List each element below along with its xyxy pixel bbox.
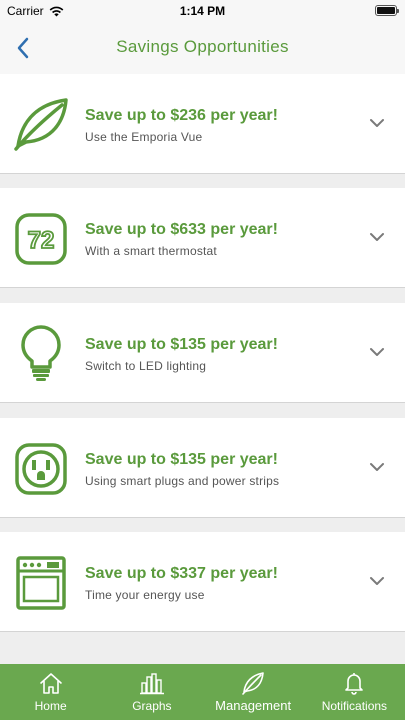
opportunity-subtitle: Use the Emporia Vue <box>85 130 203 144</box>
opportunity-subtitle: Time your energy use <box>85 588 205 602</box>
status-time: 1:14 PM <box>179 4 226 18</box>
opportunity-card-led-lighting[interactable]: Save up to $135 per year! Switch to LED … <box>0 303 405 403</box>
opportunity-headline: Save up to $135 per year! <box>85 451 278 468</box>
opportunity-card-smart-thermostat[interactable]: 72 Save up to $633 per year! With a smar… <box>0 188 405 288</box>
appliance-icon <box>16 556 66 610</box>
page-title: Savings Opportunities <box>116 37 289 56</box>
chevron-down-icon[interactable] <box>369 117 385 129</box>
tab-label: Management <box>215 698 292 713</box>
navigation-bar: Savings Opportunities <box>0 22 405 74</box>
tab-management[interactable]: Management <box>203 664 304 720</box>
opportunity-card-emporia-vue[interactable]: Save up to $236 per year! Use the Empori… <box>0 74 405 174</box>
chevron-down-icon[interactable] <box>369 346 385 358</box>
opportunity-headline: Save up to $236 per year! <box>85 107 278 124</box>
opportunity-subtitle: Switch to LED lighting <box>85 359 207 373</box>
opportunity-card-energy-timing[interactable]: Save up to $337 per year! Time your ener… <box>0 532 405 632</box>
opportunity-subtitle: With a smart thermostat <box>85 244 217 258</box>
bell-icon <box>345 673 364 695</box>
tab-home[interactable]: Home <box>0 664 101 720</box>
battery-icon <box>375 5 399 16</box>
tab-bar: Home Graphs Management Notifications <box>0 664 405 720</box>
chevron-down-icon[interactable] <box>369 461 385 473</box>
status-bar: Carrier 1:14 PM <box>0 0 405 22</box>
lightbulb-icon <box>21 325 61 381</box>
tab-notifications[interactable]: Notifications <box>304 664 405 720</box>
opportunity-card-smart-plugs[interactable]: Save up to $135 per year! Using smart pl… <box>0 418 405 518</box>
tab-label: Home <box>34 699 67 713</box>
chevron-down-icon[interactable] <box>369 231 385 243</box>
opportunity-subtitle: Using smart plugs and power strips <box>85 474 280 488</box>
thermostat-reading: 72 <box>28 227 55 254</box>
opportunity-headline: Save up to $135 per year! <box>85 336 278 353</box>
leaf-icon <box>14 98 68 151</box>
tab-label: Graphs <box>132 699 172 713</box>
opportunity-headline: Save up to $337 per year! <box>85 565 278 582</box>
tab-label: Notifications <box>321 699 388 713</box>
chevron-down-icon[interactable] <box>369 575 385 587</box>
opportunity-headline: Save up to $633 per year! <box>85 221 278 238</box>
graphs-icon <box>139 673 164 695</box>
tab-graphs[interactable]: Graphs <box>101 664 202 720</box>
outlet-icon <box>15 443 67 495</box>
thermostat-icon: 72 <box>15 213 67 265</box>
leaf-icon <box>242 672 264 695</box>
home-icon <box>39 673 62 694</box>
